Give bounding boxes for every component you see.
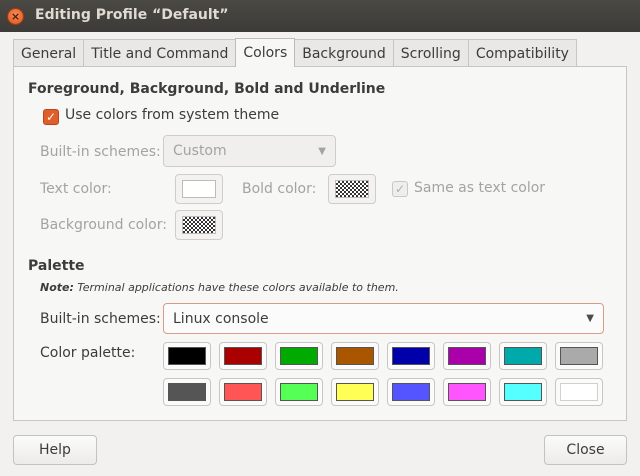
background-color-swatch [182,216,216,234]
palette-color-swatch-0 [168,347,206,365]
chevron-down-icon: ▼ [318,145,326,157]
palette-color-swatch-5 [448,347,486,365]
bold-color-label: Bold color: [242,181,317,197]
palette-color-button-11[interactable] [331,378,379,406]
use-system-colors-checkbox[interactable]: ✓ [43,109,59,125]
palette-color-button-8[interactable] [163,378,211,406]
fg-section-title: Foreground, Background, Bold and Underli… [28,81,386,97]
palette-section-title: Palette [28,258,85,274]
tab-bar: General Title and Command Colors Backgro… [13,38,577,67]
window-close-icon[interactable]: × [7,8,24,25]
bold-color-button[interactable] [328,174,376,204]
color-palette-grid [163,342,604,408]
palette-color-swatch-1 [224,347,262,365]
palette-color-swatch-6 [504,347,542,365]
palette-builtin-schemes-value: Linux console [173,310,269,327]
palette-color-button-6[interactable] [499,342,547,370]
palette-note: Note: Terminal applications have these c… [40,281,399,294]
palette-color-button-13[interactable] [443,378,491,406]
fg-builtin-schemes-label: Built-in schemes: [40,144,161,160]
palette-color-swatch-3 [336,347,374,365]
text-color-label: Text color: [40,181,112,197]
tab-title-and-command[interactable]: Title and Command [83,39,237,67]
palette-color-swatch-4 [392,347,430,365]
palette-color-button-9[interactable] [219,378,267,406]
palette-builtin-schemes-combo[interactable]: Linux console ▼ [163,303,604,334]
palette-color-button-5[interactable] [443,342,491,370]
palette-color-swatch-14 [504,383,542,401]
title-bar: × Editing Profile “Default” [0,0,640,32]
use-system-colors-label: Use colors from system theme [65,107,280,123]
palette-color-button-10[interactable] [275,378,323,406]
text-color-swatch [182,180,216,198]
palette-color-swatch-8 [168,383,206,401]
same-as-text-checkbox[interactable]: ✓ [392,181,408,197]
palette-color-swatch-15 [560,383,598,401]
tab-colors[interactable]: Colors [235,38,296,67]
palette-color-button-2[interactable] [275,342,323,370]
close-button[interactable]: Close [544,435,627,465]
tab-general[interactable]: General [13,39,85,67]
palette-builtin-schemes-label: Built-in schemes: [40,311,161,327]
fg-builtin-schemes-combo[interactable]: Custom ▼ [163,135,336,167]
color-palette-label: Color palette: [40,345,136,361]
background-color-label: Background color: [40,217,167,233]
palette-color-button-15[interactable] [555,378,603,406]
chevron-down-icon: ▼ [586,313,594,324]
text-color-button[interactable] [175,174,223,204]
palette-color-button-14[interactable] [499,378,547,406]
tab-compatibility[interactable]: Compatibility [467,39,577,67]
palette-color-button-12[interactable] [387,378,435,406]
palette-color-swatch-2 [280,347,318,365]
colors-panel: Foreground, Background, Bold and Underli… [13,66,627,421]
tab-background[interactable]: Background [294,39,394,67]
window-title: Editing Profile “Default” [35,7,229,23]
bold-color-swatch [335,180,369,198]
palette-color-swatch-13 [448,383,486,401]
palette-note-text: Terminal applications have these colors … [77,281,399,294]
palette-color-button-3[interactable] [331,342,379,370]
palette-color-button-0[interactable] [163,342,211,370]
same-as-text-label: Same as text color [414,180,546,196]
palette-color-button-7[interactable] [555,342,603,370]
palette-note-bold: Note: [40,281,74,294]
background-color-button[interactable] [175,210,223,240]
palette-color-swatch-7 [560,347,598,365]
palette-color-button-4[interactable] [387,342,435,370]
palette-color-swatch-12 [392,383,430,401]
tab-scrolling[interactable]: Scrolling [392,39,469,67]
palette-color-swatch-11 [336,383,374,401]
palette-color-button-1[interactable] [219,342,267,370]
palette-color-swatch-10 [280,383,318,401]
palette-color-swatch-9 [224,383,262,401]
help-button[interactable]: Help [13,435,97,465]
fg-builtin-schemes-value: Custom [173,143,227,159]
